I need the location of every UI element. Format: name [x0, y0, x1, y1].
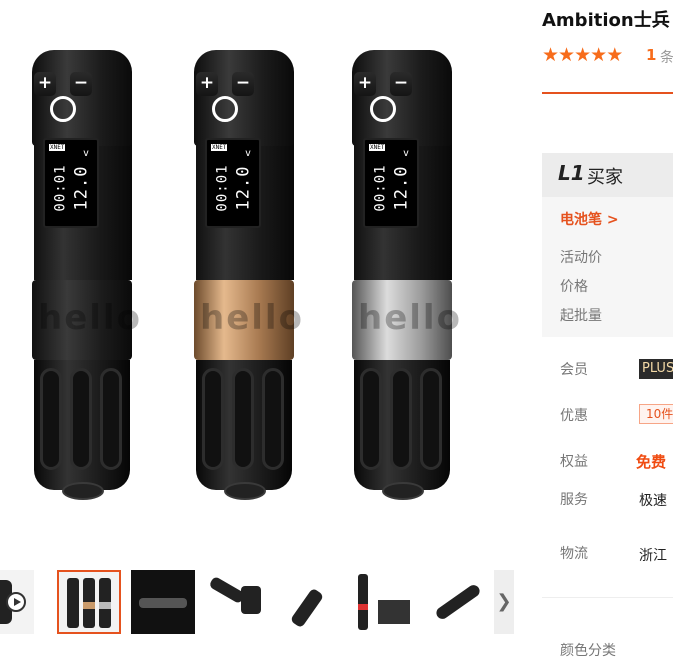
- tab-underline: [542, 92, 673, 94]
- shipping-label: 物流: [560, 546, 588, 562]
- play-icon: [6, 592, 26, 612]
- minus-button-icon: −: [232, 72, 254, 96]
- power-button-icon: [370, 96, 396, 122]
- color-category-label: 颜色分类: [560, 643, 616, 659]
- thumbnail-5[interactable]: [352, 570, 416, 634]
- benefit-label: 权益: [560, 454, 588, 470]
- plus-button-icon: +: [34, 72, 56, 96]
- thumbnail-1[interactable]: [57, 570, 121, 634]
- star-icon: ★: [542, 44, 559, 66]
- power-button-icon: [50, 96, 76, 122]
- tier-label: 买家: [587, 167, 623, 188]
- tier-level: L1: [558, 161, 585, 185]
- thumbnail-4[interactable]: [278, 570, 342, 634]
- thumbnail-3[interactable]: [205, 570, 269, 634]
- power-button-icon: [212, 96, 238, 122]
- thumbnail-video[interactable]: [0, 570, 34, 634]
- lcd-screen: XNET v 00:01 12.0: [43, 138, 99, 228]
- tattoo-pen-silver: + − XNET v 00:01 12.0 hello: [350, 50, 462, 502]
- rating-stars: ★★★★★: [542, 44, 623, 66]
- thumbnail-strip: ❯: [0, 568, 515, 636]
- plus-button-icon: +: [354, 72, 376, 96]
- plus-button-icon: +: [196, 72, 218, 96]
- ring-logo: hello: [38, 298, 142, 338]
- ring-logo: hello: [358, 298, 462, 338]
- coupon-badge[interactable]: 10件: [639, 404, 673, 424]
- review-count[interactable]: 1: [646, 46, 656, 64]
- chevron-right-icon[interactable]: ❯: [494, 570, 514, 634]
- product-title: Ambition士兵: [542, 10, 670, 31]
- thumbnail-6[interactable]: [425, 570, 489, 634]
- discount-label: 优惠: [560, 408, 588, 424]
- tattoo-pen-black: + − XNET v 00:01 12.0 hello: [30, 50, 142, 502]
- star-icon: ★: [590, 44, 607, 66]
- member-label: 会员: [560, 362, 588, 378]
- star-icon: ★: [574, 44, 591, 66]
- activity-price-label: 活动价: [560, 250, 602, 266]
- minus-button-icon: −: [70, 72, 92, 96]
- review-suffix: 条: [660, 50, 673, 66]
- lcd-screen: XNET v 00:01 12.0: [205, 138, 261, 228]
- plus-badge[interactable]: PLUS: [639, 359, 673, 379]
- service-label: 服务: [560, 492, 588, 508]
- tattoo-pen-gold: + − XNET v 00:01 12.0 hello: [192, 50, 304, 502]
- lcd-screen: XNET v 00:01 12.0: [363, 138, 419, 228]
- divider: [542, 597, 673, 598]
- service-value[interactable]: 极速: [639, 490, 667, 510]
- price-label: 价格: [560, 279, 588, 295]
- thumbnail-2[interactable]: [131, 570, 195, 634]
- main-product-image[interactable]: + − XNET v 00:01 12.0 hello + − XNET v 0…: [0, 0, 515, 560]
- minus-button-icon: −: [390, 72, 412, 96]
- category-link[interactable]: 电池笔 >: [560, 209, 619, 229]
- benefit-value[interactable]: 免费: [636, 451, 666, 472]
- shipping-value[interactable]: 浙江: [639, 545, 667, 565]
- star-icon: ★: [558, 44, 575, 66]
- min-order-label: 起批量: [560, 308, 602, 324]
- ring-logo: hello: [200, 298, 304, 338]
- star-icon: ★: [606, 44, 623, 66]
